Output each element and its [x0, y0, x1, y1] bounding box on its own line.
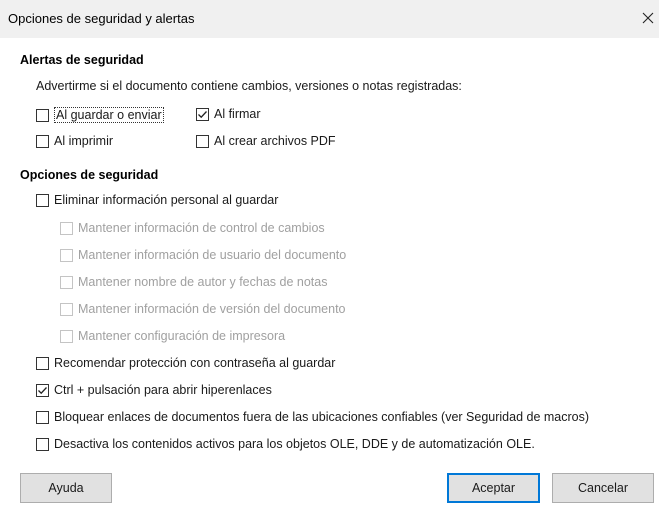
checkbox-label[interactable]: Recomendar protección con contraseña al …: [54, 356, 335, 370]
checkbox-label: Mantener nombre de autor y fechas de not…: [78, 275, 328, 289]
checkbox-label[interactable]: Al firmar: [214, 107, 261, 121]
checkbox-box[interactable]: [36, 383, 49, 397]
checkbox-box[interactable]: [36, 356, 49, 370]
alert-on-save-checkbox[interactable]: Al guardar o enviar: [36, 107, 164, 123]
checkbox-box: [60, 329, 73, 343]
close-icon[interactable]: [637, 7, 659, 29]
checkbox-label: Mantener información de versión del docu…: [78, 302, 346, 316]
checkbox-label[interactable]: Eliminar información personal al guardar: [54, 193, 278, 207]
checkbox-label[interactable]: Al crear archivos PDF: [214, 134, 336, 148]
keep-change-tracking-checkbox: Mantener información de control de cambi…: [60, 221, 325, 235]
ctrl-click-hyperlinks-checkbox[interactable]: Ctrl + pulsación para abrir hiperenlaces: [36, 383, 272, 397]
checkbox-box[interactable]: [36, 108, 49, 122]
dialog-title: Opciones de seguridad y alertas: [8, 11, 195, 26]
alert-on-print-checkbox[interactable]: Al imprimir: [36, 134, 113, 148]
help-button[interactable]: Ayuda: [20, 473, 112, 503]
block-untrusted-links-checkbox[interactable]: Bloquear enlaces de documentos fuera de …: [36, 410, 589, 424]
title-bar: Opciones de seguridad y alertas: [0, 0, 659, 38]
dialog-content: Alertas de seguridad Advertirme si el do…: [0, 38, 659, 515]
checkbox-label: Mantener información de usuario del docu…: [78, 248, 347, 262]
checkbox-box[interactable]: [36, 193, 49, 207]
checkbox-box: [60, 248, 73, 262]
keep-author-names-checkbox: Mantener nombre de autor y fechas de not…: [60, 275, 327, 289]
keep-user-info-checkbox: Mantener información de usuario del docu…: [60, 248, 346, 262]
checkbox-box[interactable]: [36, 134, 49, 148]
alerts-description: Advertirme si el documento contiene camb…: [36, 79, 462, 93]
security-heading: Opciones de seguridad: [20, 168, 159, 182]
alerts-heading: Alertas de seguridad: [20, 53, 144, 67]
keep-version-info-checkbox: Mantener información de versión del docu…: [60, 302, 346, 316]
disable-active-content-checkbox[interactable]: Desactiva los contenidos activos para lo…: [36, 437, 535, 451]
checkbox-label[interactable]: Desactiva los contenidos activos para lo…: [54, 437, 535, 451]
checkbox-box: [60, 275, 73, 289]
checkbox-box[interactable]: [36, 437, 49, 451]
checkbox-label: Mantener información de control de cambi…: [78, 221, 325, 235]
recommend-password-checkbox[interactable]: Recomendar protección con contraseña al …: [36, 356, 335, 370]
ok-button[interactable]: Aceptar: [447, 473, 540, 503]
checkbox-label[interactable]: Bloquear enlaces de documentos fuera de …: [54, 410, 589, 424]
remove-personal-info-checkbox[interactable]: Eliminar información personal al guardar: [36, 193, 278, 207]
checkbox-label[interactable]: Al imprimir: [54, 134, 113, 148]
keep-printer-settings-checkbox: Mantener configuración de impresora: [60, 329, 285, 343]
cancel-button[interactable]: Cancelar: [552, 473, 654, 503]
checkbox-box[interactable]: [36, 410, 49, 424]
checkbox-box: [60, 302, 73, 316]
checkbox-label[interactable]: Al guardar o enviar: [54, 107, 164, 123]
checkbox-label[interactable]: Ctrl + pulsación para abrir hiperenlaces: [54, 383, 272, 397]
checkbox-box: [60, 221, 73, 235]
alert-on-pdf-checkbox[interactable]: Al crear archivos PDF: [196, 134, 336, 148]
checkbox-box[interactable]: [196, 134, 209, 148]
checkbox-box[interactable]: [196, 107, 209, 121]
alert-on-sign-checkbox[interactable]: Al firmar: [196, 107, 261, 121]
checkbox-label: Mantener configuración de impresora: [78, 329, 286, 343]
